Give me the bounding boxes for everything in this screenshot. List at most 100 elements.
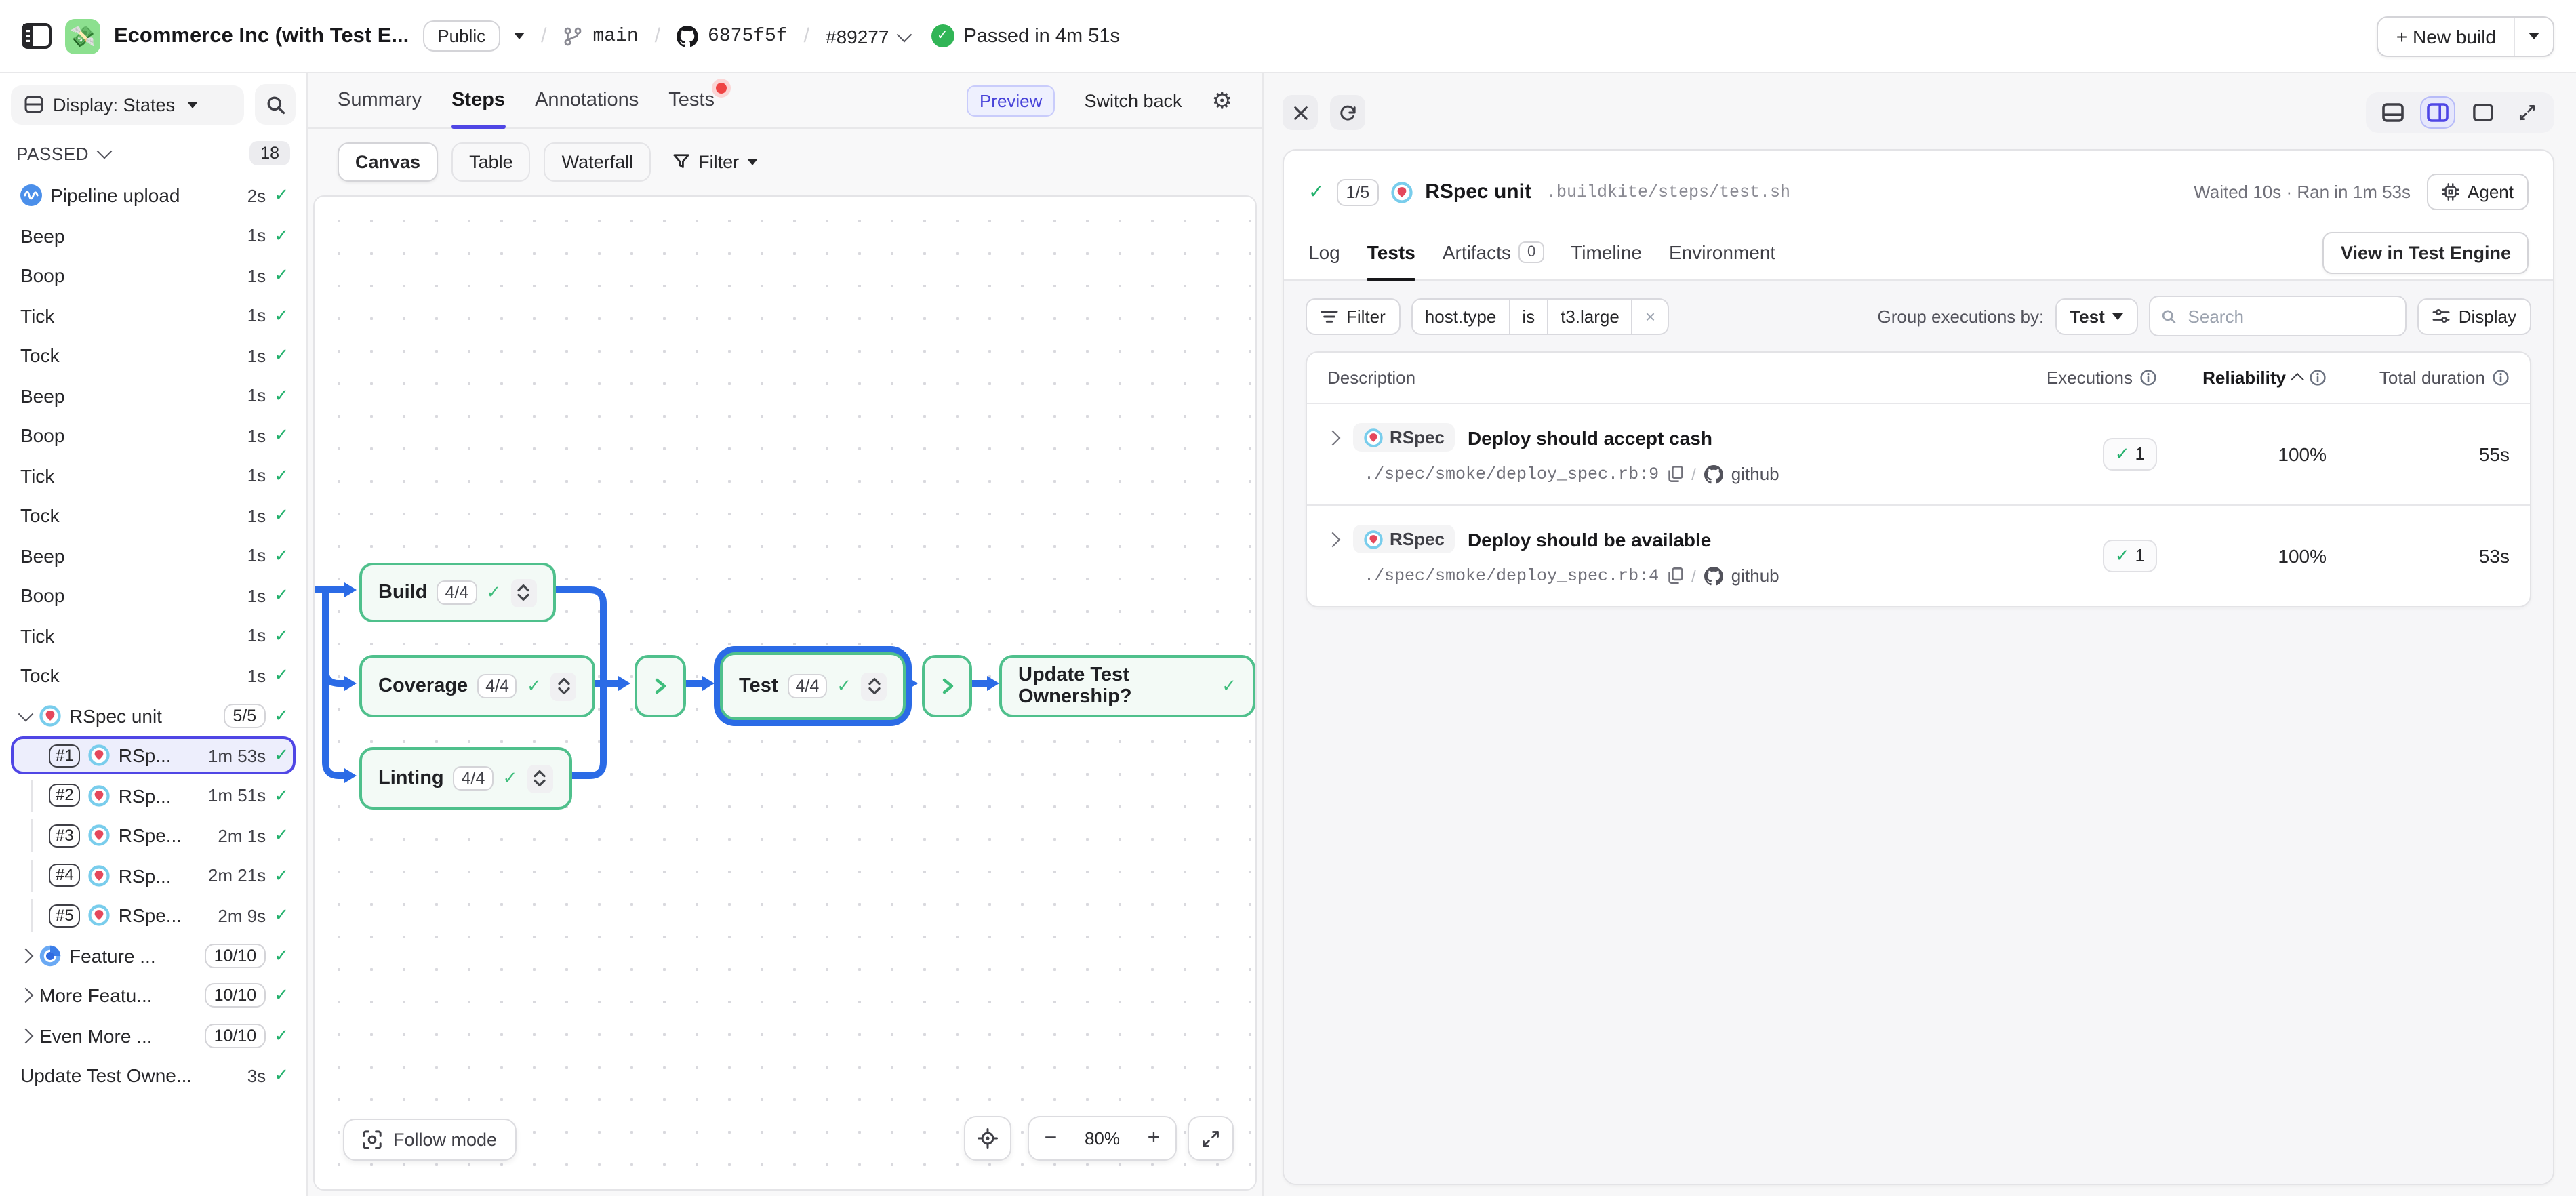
new-build-label[interactable]: + New build bbox=[2379, 17, 2514, 55]
sidebar-toggle-icon[interactable] bbox=[22, 23, 52, 49]
view-waterfall-button[interactable]: Waterfall bbox=[544, 142, 651, 182]
copy-icon[interactable] bbox=[1667, 567, 1683, 584]
layout-horizontal-split-button[interactable] bbox=[2377, 98, 2409, 127]
sidebar-step-row[interactable]: #1 RSp... 1m 53s ✓ bbox=[11, 736, 296, 774]
wait-step-node[interactable] bbox=[635, 655, 686, 717]
tab-steps[interactable]: Steps bbox=[451, 73, 505, 127]
branch-link[interactable]: main bbox=[563, 25, 638, 47]
expand-chevron-icon[interactable] bbox=[18, 1028, 34, 1043]
github-link[interactable]: github bbox=[1731, 565, 1779, 586]
follow-mode-button[interactable]: Follow mode bbox=[343, 1119, 516, 1161]
search-input[interactable] bbox=[2186, 304, 2395, 327]
build-number-dropdown[interactable]: #89277 bbox=[826, 25, 909, 47]
settings-gear-icon[interactable]: ⚙ bbox=[1212, 89, 1233, 112]
layout-full-button[interactable] bbox=[2466, 98, 2499, 127]
sidebar-step-row[interactable]: Boop 1s ✓ bbox=[11, 256, 296, 294]
sidebar-step-row[interactable]: #4 RSp... 2m 21s ✓ bbox=[11, 856, 296, 894]
zoom-out-button[interactable]: − bbox=[1029, 1126, 1072, 1151]
sidebar-step-row[interactable]: Beep 1s ✓ bbox=[11, 536, 296, 574]
step-node-build[interactable]: Build 4/4 ✓ bbox=[359, 563, 555, 622]
tab-log[interactable]: Log bbox=[1308, 225, 1340, 279]
sidebar-step-row[interactable]: Tock 1s ✓ bbox=[11, 656, 296, 694]
group-by-dropdown[interactable]: Test bbox=[2055, 298, 2139, 334]
sidebar-step-row[interactable]: Feature ... 10/10 ✓ bbox=[11, 936, 296, 974]
test-title[interactable]: Deploy should accept cash bbox=[1468, 426, 1712, 448]
canvas-fullscreen-button[interactable] bbox=[1188, 1116, 1234, 1161]
agent-button[interactable]: Agent bbox=[2427, 174, 2529, 210]
tab-timeline[interactable]: Timeline bbox=[1571, 225, 1642, 279]
visibility-caret-icon[interactable] bbox=[514, 33, 525, 39]
sidebar-step-row[interactable]: Boop 1s ✓ bbox=[11, 576, 296, 614]
sidebar-step-row[interactable]: Tock 1s ✓ bbox=[11, 496, 296, 534]
expand-chevron-icon[interactable] bbox=[18, 706, 34, 721]
sidebar-step-row[interactable]: Beep 1s ✓ bbox=[11, 216, 296, 254]
sidebar-step-row[interactable]: Even More ... 10/10 ✓ bbox=[11, 1016, 296, 1054]
chip-value[interactable]: t3.large bbox=[1548, 298, 1633, 334]
expand-chevron-icon[interactable] bbox=[1325, 430, 1341, 445]
step-node-update-test-ownership[interactable]: Update Test Ownership? ✓ bbox=[999, 655, 1255, 717]
step-node-test-selected[interactable]: Test 4/4 ✓ bbox=[720, 652, 906, 720]
new-build-button[interactable]: + New build bbox=[2377, 16, 2554, 56]
display-button[interactable]: Display bbox=[2418, 298, 2531, 334]
zoom-in-button[interactable]: + bbox=[1132, 1126, 1175, 1151]
sidebar-step-row[interactable]: #3 RSpe... 2m 1s ✓ bbox=[11, 816, 296, 854]
sidebar-step-row[interactable]: Boop 1s ✓ bbox=[11, 416, 296, 454]
step-node-coverage[interactable]: Coverage 4/4 ✓ bbox=[359, 655, 596, 717]
tab-summary[interactable]: Summary bbox=[338, 73, 422, 127]
col-executions[interactable]: Executions bbox=[2008, 367, 2157, 388]
view-in-test-engine-button[interactable]: View in Test Engine bbox=[2323, 231, 2529, 273]
sidebar-step-row[interactable]: Tick 1s ✓ bbox=[11, 296, 296, 334]
col-reliability-sorted[interactable]: Reliability bbox=[2157, 367, 2327, 388]
sidebar-step-row[interactable]: Tick 1s ✓ bbox=[11, 616, 296, 654]
new-build-caret-button[interactable] bbox=[2514, 17, 2553, 55]
stepper-icon[interactable] bbox=[510, 578, 536, 607]
sidebar-step-row[interactable]: Update Test Owne... 3s ✓ bbox=[11, 1056, 296, 1094]
redo-button[interactable] bbox=[1330, 95, 1365, 130]
wait-step-node[interactable] bbox=[922, 655, 972, 717]
sidebar-step-row[interactable]: Tick 1s ✓ bbox=[11, 456, 296, 494]
step-node-linting[interactable]: Linting 4/4 ✓ bbox=[359, 747, 571, 810]
sidebar-step-row[interactable]: Beep 1s ✓ bbox=[11, 376, 296, 414]
sidebar-step-row[interactable]: #2 RSp... 1m 51s ✓ bbox=[11, 776, 296, 814]
tab-environment[interactable]: Environment bbox=[1669, 225, 1775, 279]
chip-remove-button[interactable]: × bbox=[1633, 298, 1669, 334]
tab-tests[interactable]: Tests bbox=[668, 73, 715, 127]
tab-artifacts[interactable]: Artifacts0 bbox=[1443, 225, 1544, 279]
sidebar-step-row[interactable]: #5 RSpe... 2m 9s ✓ bbox=[11, 896, 296, 934]
stepper-icon[interactable] bbox=[861, 672, 887, 700]
expand-chevron-icon[interactable] bbox=[18, 988, 34, 1003]
layout-vertical-split-button[interactable] bbox=[2421, 98, 2454, 127]
tab-tests[interactable]: Tests bbox=[1367, 225, 1415, 279]
copy-icon[interactable] bbox=[1667, 465, 1683, 483]
open-in-new-window-button[interactable] bbox=[2511, 98, 2543, 127]
expand-chevron-icon[interactable] bbox=[18, 948, 34, 963]
col-total-duration[interactable]: Total duration bbox=[2327, 367, 2510, 388]
sidebar-step-row[interactable]: RSpec unit 5/5 ✓ bbox=[11, 696, 296, 734]
sidebar-step-row[interactable]: Tock 1s ✓ bbox=[11, 336, 296, 374]
tab-annotations[interactable]: Annotations bbox=[535, 73, 639, 127]
filter-button[interactable]: Filter bbox=[1306, 298, 1401, 334]
chip-operator[interactable]: is bbox=[1510, 298, 1548, 334]
expand-chevron-icon[interactable] bbox=[1325, 532, 1341, 547]
stepper-icon[interactable] bbox=[551, 672, 577, 700]
test-title[interactable]: Deploy should be available bbox=[1468, 528, 1711, 550]
visibility-badge[interactable]: Public bbox=[422, 20, 500, 52]
search-button[interactable] bbox=[255, 84, 296, 125]
search-field[interactable] bbox=[2150, 296, 2407, 336]
github-link[interactable]: github bbox=[1731, 464, 1779, 484]
sidebar-step-row[interactable]: More Featu... 10/10 ✓ bbox=[11, 976, 296, 1014]
state-group-header[interactable]: PASSED 18 bbox=[11, 141, 296, 165]
canvas-filter-dropdown[interactable]: Filter bbox=[672, 152, 758, 172]
chip-key[interactable]: host.type bbox=[1411, 298, 1510, 334]
display-mode-button[interactable]: Display: States bbox=[11, 85, 244, 124]
view-canvas-button[interactable]: Canvas bbox=[338, 142, 438, 182]
sidebar-step-row[interactable]: Pipeline upload 2s ✓ bbox=[11, 176, 296, 214]
col-description[interactable]: Description bbox=[1327, 367, 2008, 388]
close-button[interactable] bbox=[1283, 95, 1318, 130]
stepper-icon[interactable] bbox=[527, 764, 552, 793]
commit-link[interactable]: 6875f5f bbox=[677, 25, 788, 47]
pipeline-canvas[interactable]: Build 4/4 ✓ Coverage 4/4 ✓ Linting 4/4 ✓ bbox=[313, 195, 1257, 1191]
switch-back-link[interactable]: Switch back bbox=[1084, 90, 1182, 111]
view-table-button[interactable]: Table bbox=[451, 142, 531, 182]
recenter-button[interactable] bbox=[964, 1116, 1011, 1161]
